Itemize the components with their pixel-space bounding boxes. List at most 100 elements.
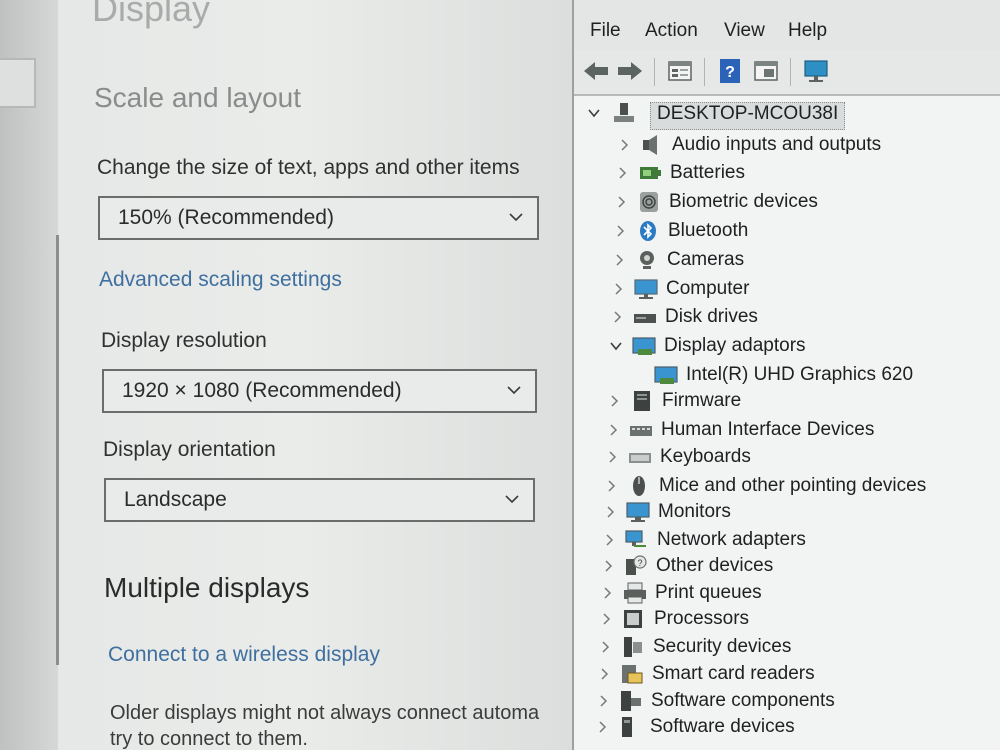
monitor-scan-icon[interactable]	[802, 58, 830, 84]
tree-item[interactable]: Software components	[597, 690, 977, 714]
chevron-right-icon[interactable]	[606, 450, 618, 464]
svg-text:?: ?	[725, 64, 735, 81]
tree-item-label: Software components	[651, 690, 835, 711]
sidebar-scrollbar[interactable]	[56, 235, 59, 665]
resolution-label: Display resolution	[101, 329, 267, 352]
chevron-right-icon[interactable]	[600, 612, 612, 626]
orientation-label: Display orientation	[103, 438, 276, 461]
chevron-right-icon[interactable]	[613, 253, 625, 267]
chevron-right-icon[interactable]	[604, 505, 616, 519]
chevron-right-icon[interactable]	[605, 479, 617, 493]
older-displays-line-2: try to connect to them.	[110, 728, 308, 750]
software-device-icon	[622, 717, 632, 737]
tree-item[interactable]: Smart card readers	[598, 663, 978, 687]
tree-item-label: Processors	[654, 608, 750, 629]
mouse-icon	[633, 476, 645, 496]
security-device-icon	[624, 637, 642, 657]
tree-item-label: Smart card readers	[652, 663, 815, 684]
chevron-right-icon[interactable]	[596, 720, 608, 734]
tree-root[interactable]: DESKTOP-MCOU38I	[588, 102, 988, 130]
camera-icon	[640, 251, 654, 269]
tree-root-label: DESKTOP-MCOU38I	[650, 102, 846, 130]
tree-item[interactable]: Firmware	[608, 390, 988, 414]
chevron-right-icon[interactable]	[615, 195, 627, 209]
orientation-dropdown-value: Landscape	[124, 488, 227, 511]
older-displays-line-1: Older displays might not always connect …	[110, 702, 540, 724]
properties-icon[interactable]	[666, 58, 694, 84]
chevron-right-icon[interactable]	[603, 533, 615, 547]
tree-item-label: Batteries	[670, 162, 745, 183]
chevron-right-icon[interactable]	[598, 667, 610, 681]
tree-item-label: Biometric devices	[669, 191, 818, 212]
bluetooth-icon	[640, 221, 656, 241]
scale-dropdown[interactable]: 150% (Recommended)	[98, 196, 539, 240]
tree-item-label: Display adaptors	[664, 335, 806, 356]
section-title-scale: Scale and layout	[94, 82, 302, 113]
forward-arrow-icon[interactable]	[616, 58, 644, 84]
chevron-right-icon[interactable]	[616, 166, 628, 180]
toolbar: ?	[574, 50, 1000, 96]
tree-item[interactable]: Software devices	[596, 716, 976, 740]
chevron-down-icon	[507, 386, 521, 395]
settings-sidebar	[0, 0, 58, 750]
chevron-right-icon[interactable]	[599, 640, 611, 654]
menu-bar: File Action View Help	[574, 0, 1000, 50]
page-title: Display	[92, 0, 211, 29]
tree-item[interactable]: Human Interface Devices	[607, 419, 987, 443]
tree-item[interactable]: Monitors	[604, 501, 984, 525]
advanced-scaling-link[interactable]: Advanced scaling settings	[99, 268, 342, 292]
help-icon[interactable]: ?	[716, 58, 744, 84]
chevron-down-icon[interactable]	[610, 339, 622, 353]
chevron-right-icon[interactable]	[618, 138, 630, 152]
tree-item-label: Firmware	[662, 390, 742, 411]
tree-item[interactable]: Security devices	[599, 636, 979, 660]
smart-card-icon	[622, 665, 643, 684]
menu-view[interactable]: View	[724, 20, 765, 42]
tree-item[interactable]: Display adaptors	[610, 335, 990, 359]
search-box[interactable]	[0, 58, 36, 108]
tree-item[interactable]: Cameras	[613, 249, 993, 273]
tree-item[interactable]: Computer	[612, 278, 992, 302]
tree-item[interactable]: ? Other devices	[602, 555, 982, 579]
chevron-right-icon[interactable]	[602, 559, 614, 573]
tree-item[interactable]: Biometric devices	[615, 191, 995, 215]
menu-file[interactable]: File	[590, 20, 621, 42]
tree-item-label: Network adapters	[657, 529, 806, 550]
tree-item[interactable]: Disk drives	[611, 306, 991, 330]
tree-item[interactable]: Audio inputs and outputs	[618, 134, 998, 158]
chevron-right-icon[interactable]	[608, 394, 620, 408]
menu-help[interactable]: Help	[788, 20, 827, 42]
tree-item-label: Cameras	[667, 249, 745, 270]
tree-item-label: Security devices	[653, 636, 792, 657]
update-driver-icon[interactable]	[752, 58, 780, 84]
menu-action[interactable]: Action	[645, 20, 698, 42]
display-adapter-icon	[632, 337, 656, 355]
chevron-right-icon[interactable]	[611, 310, 623, 324]
tree-item[interactable]: Mice and other pointing devices	[605, 475, 985, 499]
chevron-right-icon[interactable]	[614, 224, 626, 238]
wireless-display-link[interactable]: Connect to a wireless display	[108, 643, 380, 667]
toolbar-separator	[790, 58, 791, 86]
chevron-right-icon[interactable]	[607, 423, 619, 437]
orientation-dropdown[interactable]: Landscape	[104, 478, 535, 522]
chevron-right-icon[interactable]	[612, 282, 624, 296]
tree-item-label: Audio inputs and outputs	[672, 134, 882, 155]
chevron-down-icon[interactable]	[588, 106, 600, 120]
tree-item[interactable]: Bluetooth	[614, 220, 994, 244]
tree-item[interactable]: Keyboards	[606, 446, 986, 470]
tree-item-label: Human Interface Devices	[661, 419, 875, 440]
tree-item[interactable]: Intel(R) UHD Graphics 620	[632, 364, 1000, 388]
tree-item[interactable]: Print queues	[601, 582, 981, 606]
tree-item[interactable]: Network adapters	[603, 529, 983, 553]
tree-item-label: Disk drives	[665, 306, 758, 327]
resolution-dropdown[interactable]: 1920 × 1080 (Recommended)	[102, 369, 537, 413]
tree-item[interactable]: Batteries	[616, 162, 996, 186]
hid-icon	[630, 426, 652, 436]
speaker-icon	[643, 135, 657, 155]
tree-item[interactable]: Processors	[600, 608, 980, 632]
back-arrow-icon[interactable]	[582, 58, 610, 84]
tree-item-label: Other devices	[656, 555, 774, 576]
tree-item-label: Monitors	[658, 501, 731, 522]
chevron-right-icon[interactable]	[601, 586, 613, 600]
chevron-right-icon[interactable]	[597, 694, 609, 708]
